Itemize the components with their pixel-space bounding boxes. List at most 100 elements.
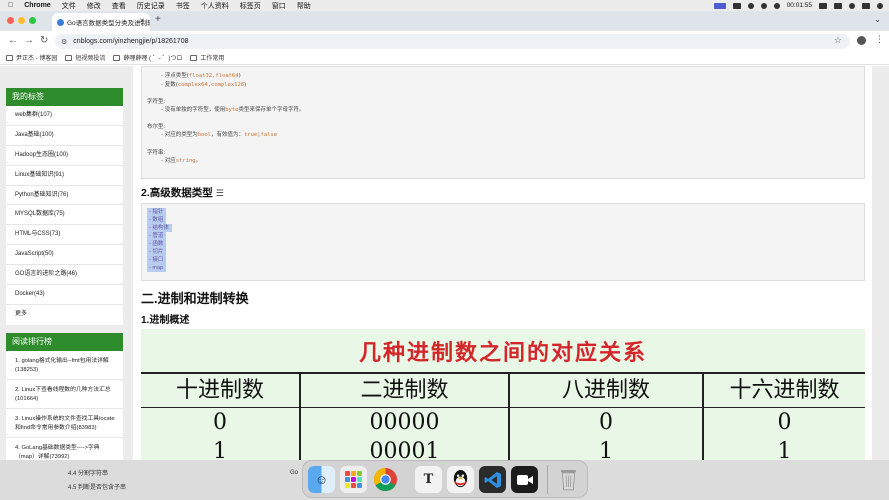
code-line-string-title: 字符串: (147, 150, 166, 156)
profile-avatar-icon[interactable] (857, 36, 866, 45)
record-dot-icon[interactable] (773, 2, 780, 9)
reading-rank-panel: 阅读排行榜 1. golang格式化输出--fmt包用法详解(138253) 2… (6, 333, 123, 460)
tag-link[interactable]: Java基础(100) (6, 126, 123, 146)
input-method-icon[interactable] (819, 2, 827, 9)
tag-link[interactable]: HTML与CSS(73) (6, 225, 123, 246)
page-viewport[interactable]: 我的标签 web集群(107) Java基础(100) Hadoop生态圈(10… (0, 66, 889, 460)
typora-icon[interactable]: T (415, 466, 442, 493)
url-text[interactable]: cnblogs.com/yinzhengjie/p/18261708 (73, 38, 188, 45)
browser-toolbar: ← → ↻ ⚙ cnblogs.com/yinzhengjie/p/182617… (0, 31, 889, 51)
vscode-icon[interactable] (479, 466, 506, 493)
cell-octal: 1 (599, 439, 613, 460)
tab-bar: Go语言数据类型分类及进制转换 ✕ + ⌄ (0, 11, 889, 31)
trash-icon[interactable] (555, 466, 582, 493)
active-tab[interactable]: Go语言数据类型分类及进制转换 ✕ (52, 13, 150, 31)
rank-link[interactable]: 4. GoLang基础数据类型---->字典（map）详解(73992) (6, 438, 123, 460)
qq-icon[interactable] (447, 466, 474, 493)
bookmark-item[interactable]: 尹正杰 - 博客园 (6, 53, 57, 62)
screen-recorder-icon[interactable] (511, 466, 538, 493)
tag-link[interactable]: GO语言的进阶之路(46) (6, 265, 123, 286)
back-arrow-icon[interactable]: ← (8, 35, 18, 46)
cell-octal: 0 (599, 410, 613, 435)
code-block-basic-types[interactable]: - 浮点类型(float32,float64) - 复数(complex64,c… (141, 66, 865, 179)
site-info-icon[interactable]: ⚙ (61, 38, 67, 46)
menu-app-name[interactable]: Chrome (24, 2, 50, 9)
tag-link[interactable]: web集群(107) (6, 106, 123, 126)
menu-bookmarks[interactable]: 书签 (176, 1, 190, 11)
rank-link[interactable]: 1. golang格式化输出--fmt包用法详解(138253) (6, 351, 123, 380)
background-window: 4.4 分割字符串 4.5 判断是否包含子串 Go (60, 463, 300, 500)
tag-link[interactable]: Docker(43) (6, 285, 123, 305)
more-menu-icon[interactable]: ⋮ (875, 34, 884, 45)
code-line-bool-title: 布尔型: (147, 124, 166, 130)
bluetooth-icon[interactable] (747, 2, 754, 9)
header-decimal: 十进制数 (175, 378, 264, 403)
chrome-icon[interactable] (372, 466, 399, 493)
rank-link[interactable]: 2. Linux下查看线程数的几种方法汇总(101664) (6, 380, 123, 409)
menu-edit[interactable]: 修改 (87, 1, 101, 11)
advanced-type-item: - 数组 (147, 216, 167, 224)
tag-link[interactable]: MYSQL数据库(75) (6, 205, 123, 226)
forward-arrow-icon[interactable]: → (24, 35, 34, 46)
finder-icon[interactable]: ☺ (308, 466, 335, 493)
menu-help[interactable]: 帮助 (297, 1, 311, 11)
wifi-icon[interactable] (760, 2, 767, 9)
control-center-icon[interactable] (862, 2, 870, 9)
heading-radix: 二.进制和进制转换 (141, 291, 249, 306)
menu-tabs[interactable]: 标签页 (240, 1, 261, 11)
bookmark-item[interactable]: 薛哩薛哩 ( ゜- ゜)つロ (113, 53, 182, 62)
background-toc-item: 4.5 判断是否包含子串 (68, 485, 127, 491)
code-line-char-title: 字符型: (147, 99, 166, 105)
toc-list-icon[interactable]: ☰ (216, 188, 224, 198)
screen-record-icon[interactable] (713, 2, 726, 9)
tab-title: Go语言数据类型分类及进制转换 (67, 20, 150, 27)
bookmark-star-icon[interactable]: ☆ (834, 35, 842, 46)
rank-link[interactable]: 3. Linux操作系统的文件查找工具locate和find命令常用参数介绍(8… (6, 409, 123, 438)
folder-icon (65, 54, 73, 61)
wifi-status-icon[interactable] (834, 2, 842, 9)
menu-profiles[interactable]: 个人资料 (201, 1, 229, 11)
bookmark-folder[interactable]: 工作常用 (190, 53, 224, 62)
tab-search-chevron-icon[interactable]: ⌄ (874, 15, 881, 24)
advanced-type-item: - 切片 (147, 248, 167, 256)
new-tab-icon[interactable]: + (155, 14, 161, 25)
apple-menu-icon[interactable]:  (8, 2, 13, 9)
background-toc-item: 4.4 分割字符串 (68, 471, 109, 477)
menu-file[interactable]: 文件 (62, 1, 76, 11)
bookmark-folder[interactable]: 短视频投流 (65, 53, 105, 62)
tag-link[interactable]: Hadoop生态圈(100) (6, 146, 123, 166)
tag-link[interactable]: Linux基础知识(91) (6, 166, 123, 186)
radix-table-image: 几种进制数之间的对应关系 十进制数 二进制数 八进制数 十六进制数 0 0000… (141, 329, 865, 460)
code-line-char: - 没有单独的字符型，使用byte类型来保存单个字母字符。 (161, 107, 305, 113)
cell-decimal: 0 (213, 410, 227, 435)
close-window-icon[interactable] (7, 17, 14, 24)
heading-advanced-types: 2.高级数据类型 ☰ (141, 187, 224, 199)
advanced-type-item: - map (147, 264, 167, 272)
search-icon[interactable] (849, 2, 855, 9)
siri-icon[interactable] (877, 2, 883, 9)
background-partial-text: Go (290, 470, 299, 476)
code-line-float: - 浮点类型(float32,float64) (161, 73, 241, 79)
address-bar[interactable]: ⚙ cnblogs.com/yinzhengjie/p/18261708 ☆ (55, 34, 850, 49)
code-line-string: - 对应string。 (161, 158, 202, 164)
minimize-window-icon[interactable] (18, 17, 25, 24)
vscode-logo-icon (484, 471, 501, 488)
fullscreen-window-icon[interactable] (29, 17, 36, 24)
cell-decimal: 1 (213, 439, 227, 460)
menu-window[interactable]: 窗口 (272, 1, 286, 11)
cell-binary: 00001 (369, 439, 440, 460)
bookmark-favicon-icon (6, 54, 13, 61)
menu-view[interactable]: 查看 (112, 1, 126, 11)
launchpad-icon[interactable] (340, 466, 367, 493)
tags-more-link[interactable]: 更多 (6, 305, 123, 325)
menu-history[interactable]: 历史记录 (137, 1, 165, 11)
tab-close-icon[interactable]: ✕ (139, 17, 145, 25)
tag-link[interactable]: JavaScript(50) (6, 245, 123, 266)
reload-icon[interactable]: ↻ (40, 35, 48, 46)
trash-can-icon (560, 470, 577, 491)
tag-link[interactable]: Python基础知识(76) (6, 186, 123, 206)
battery-icon[interactable] (732, 2, 741, 9)
camera-icon (516, 474, 533, 485)
code-block-advanced-types[interactable]: - 指针 - 数组 - 结构体 - 管道 - 函数 - 切片 - 接口 - ma… (141, 203, 865, 281)
menubar-clock[interactable]: 00:01:55 (787, 2, 812, 9)
